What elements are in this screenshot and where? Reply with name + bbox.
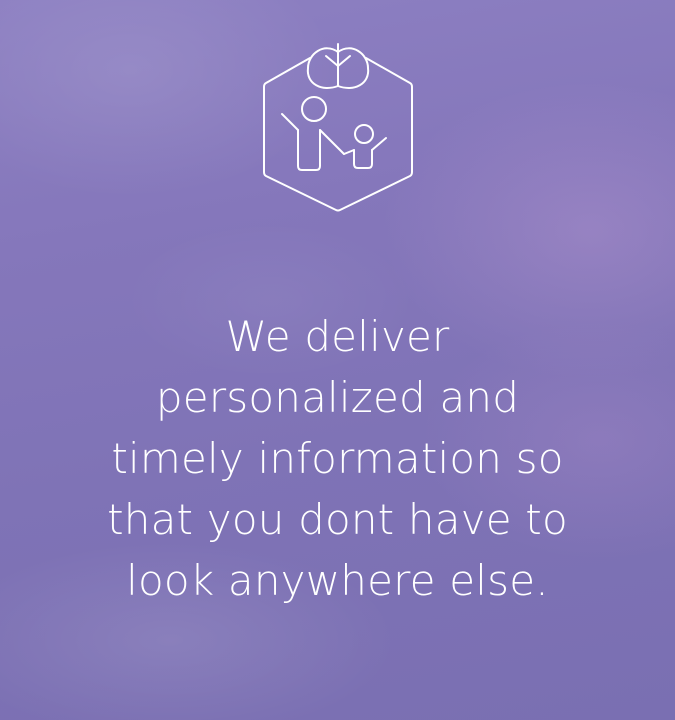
tagline-text: We deliver personalized and timely informa…	[60, 306, 615, 611]
tagline-line: look anywhere else.	[126, 556, 549, 605]
tagline-line: timely information so	[111, 434, 564, 483]
tagline-line: that you dont have to	[107, 495, 568, 544]
family-tree-hexagon-icon	[262, 30, 414, 212]
tagline-line: We deliver	[225, 312, 450, 361]
splash-screen: We deliver personalized and timely informa…	[0, 0, 675, 720]
tagline-line: personalized and	[155, 373, 520, 422]
